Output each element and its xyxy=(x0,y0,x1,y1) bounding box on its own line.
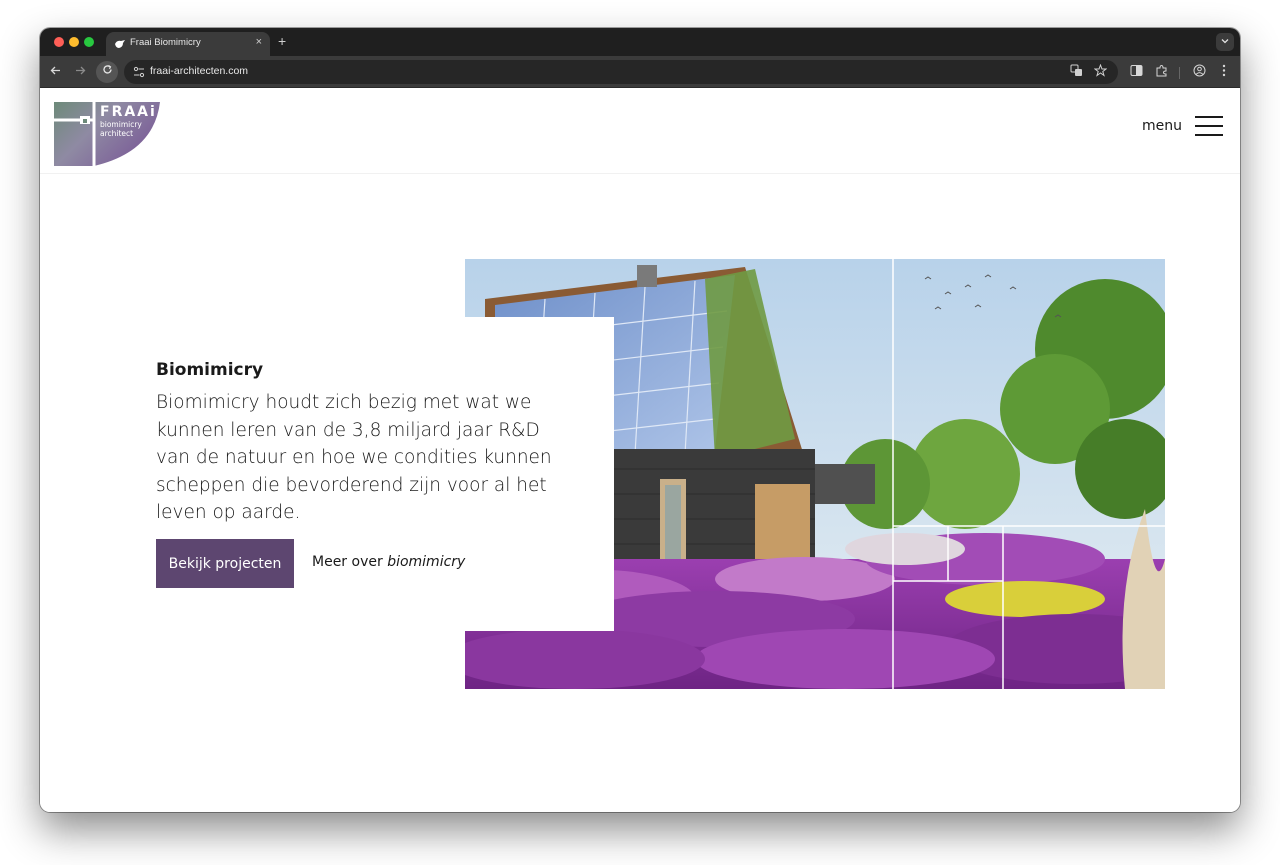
more-about-biomimicry-link[interactable]: Meer over biomimicry xyxy=(312,554,465,570)
close-window-button[interactable] xyxy=(54,37,64,47)
arrow-left-icon xyxy=(50,66,60,75)
logo-brand: FRAAi xyxy=(100,104,157,120)
hero-card: Biomimicry Biomimicry houdt zich bezig m… xyxy=(136,317,614,631)
tab-title: Fraai Biomimicry xyxy=(130,37,201,48)
logo-line-2: architect xyxy=(100,128,134,138)
url-text[interactable]: fraai-architecten.com xyxy=(150,65,248,77)
arrow-right-icon xyxy=(75,66,85,75)
new-tab-button[interactable]: + xyxy=(278,33,286,49)
link-prefix: Meer over xyxy=(312,554,383,570)
profile-icon[interactable] xyxy=(1191,64,1207,80)
site-header: FRAAi biomimicry architect menu xyxy=(40,88,1240,174)
chevron-down-icon xyxy=(1221,39,1229,44)
back-button[interactable] xyxy=(46,63,64,81)
tab-fraai-biomimicry[interactable]: Fraai Biomimicry × xyxy=(106,32,270,56)
hamburger-line xyxy=(1195,134,1223,136)
logo-line-1: biomimicry xyxy=(100,120,142,129)
view-projects-button[interactable]: Bekijk projecten xyxy=(156,539,294,588)
hamburger-line xyxy=(1195,116,1223,118)
tab-strip: Fraai Biomimicry × + xyxy=(40,28,1240,56)
hamburger-line xyxy=(1195,125,1223,127)
logo-text: FRAAi biomimicry architect xyxy=(100,105,157,137)
tune-icon[interactable] xyxy=(132,65,146,79)
menu-label[interactable]: menu xyxy=(1142,118,1182,134)
hero-heading: Biomimicry xyxy=(156,360,264,380)
bird-icon xyxy=(115,40,125,48)
puzzle-icon[interactable] xyxy=(1153,64,1169,80)
web-page: FRAAi biomimicry architect menu Biomimic… xyxy=(40,88,1240,812)
hero-body: Biomimicry houdt zich bezig met wat we k… xyxy=(156,392,552,523)
address-bar[interactable]: fraai-architecten.com xyxy=(124,60,1118,84)
fraai-logo[interactable]: FRAAi biomimicry architect xyxy=(54,102,160,166)
tab-search-button[interactable] xyxy=(1216,33,1234,51)
reader-icon[interactable] xyxy=(1128,64,1144,80)
reload-icon xyxy=(102,64,112,74)
more-menu-icon[interactable] xyxy=(1216,64,1232,80)
translate-icon[interactable] xyxy=(1068,64,1084,80)
hamburger-icon[interactable] xyxy=(1195,116,1223,136)
minimize-window-button[interactable] xyxy=(69,37,79,47)
toolbar-divider xyxy=(1179,67,1180,79)
browser-window: Fraai Biomimicry × + fraai-architecten.c… xyxy=(40,28,1240,812)
maximize-window-button[interactable] xyxy=(84,37,94,47)
star-icon[interactable] xyxy=(1092,63,1108,80)
reload-button[interactable] xyxy=(96,61,118,83)
browser-toolbar: fraai-architecten.com xyxy=(40,56,1240,88)
forward-button[interactable] xyxy=(71,63,89,81)
link-emphasis: biomimicry xyxy=(387,554,466,570)
close-tab-icon[interactable]: × xyxy=(256,36,262,48)
